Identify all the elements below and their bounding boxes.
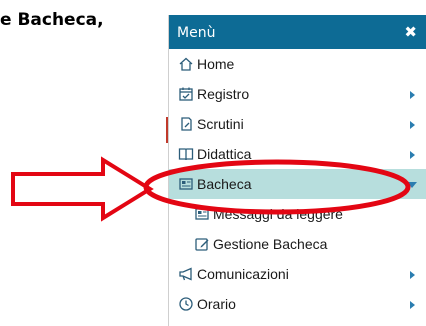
side-menu: Menù ✖ Home Registro Scrutini Didattica <box>168 15 426 326</box>
close-icon[interactable]: ✖ <box>404 23 417 41</box>
menu-item-registro[interactable]: Registro <box>169 79 426 109</box>
menu-title: Menù <box>177 25 216 41</box>
calendar-icon <box>179 87 193 101</box>
newspaper-icon <box>195 208 209 220</box>
menu-item-label: Scrutini <box>197 116 244 132</box>
menu-header: Menù ✖ <box>169 15 426 49</box>
menu-item-comunicazioni[interactable]: Comunicazioni <box>169 259 426 289</box>
chevron-right-icon <box>410 151 415 159</box>
menu-item-label: Home <box>197 56 235 72</box>
menu-subitem-gestione-bacheca[interactable]: Gestione Bacheca <box>169 229 426 259</box>
menu-item-orario[interactable]: Orario <box>169 289 426 319</box>
newspaper-icon <box>179 178 193 190</box>
menu-item-label: Gestione Bacheca <box>213 236 328 252</box>
menu-item-scrutini[interactable]: Scrutini <box>169 109 426 139</box>
edit-icon <box>195 238 209 251</box>
menu-item-home[interactable]: Home <box>169 49 426 79</box>
menu-item-label: Bacheca <box>197 176 252 192</box>
menu-item-label: Comunicazioni <box>197 266 289 282</box>
home-icon <box>179 57 193 71</box>
menu-subitem-messaggi[interactable]: Messaggi da leggere <box>169 199 426 229</box>
megaphone-icon <box>179 267 192 281</box>
red-arrow-annotation <box>11 156 154 222</box>
chevron-right-icon <box>410 301 415 309</box>
chevron-right-icon <box>410 271 415 279</box>
book-icon <box>178 148 194 161</box>
chevron-down-icon <box>407 182 417 188</box>
chevron-right-icon <box>410 91 415 99</box>
menu-item-label: Didattica <box>197 146 252 162</box>
menu-item-didattica[interactable]: Didattica <box>169 139 426 169</box>
menu-item-label: Registro <box>197 86 250 102</box>
menu-item-label: Orario <box>197 296 236 312</box>
clock-icon <box>179 297 193 311</box>
document-edit-icon <box>181 117 192 131</box>
menu-item-label: Messaggi da leggere <box>213 206 343 222</box>
menu-item-bacheca[interactable]: Bacheca <box>169 169 426 199</box>
chevron-right-icon <box>410 121 415 129</box>
